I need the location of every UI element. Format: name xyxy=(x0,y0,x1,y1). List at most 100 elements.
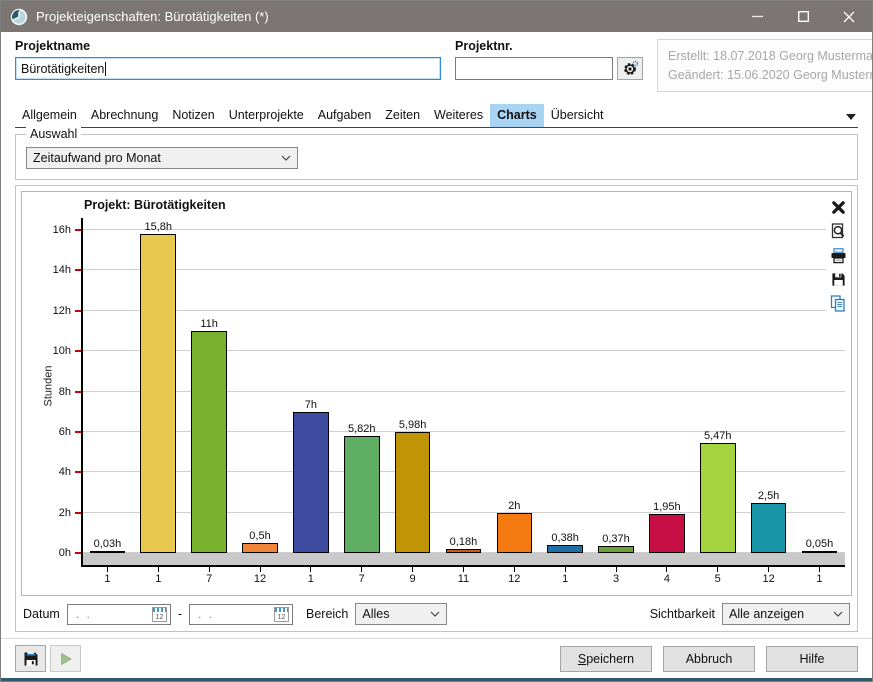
chart-bar[interactable] xyxy=(751,503,787,553)
chart-bar[interactable] xyxy=(242,543,278,553)
x-slot: 1 xyxy=(82,567,133,589)
x-tick-mark xyxy=(768,567,769,572)
chart-bar[interactable] xyxy=(344,436,380,553)
abbruch-button[interactable]: Abbruch xyxy=(663,646,755,672)
datum-label: Datum xyxy=(23,607,60,621)
x-tick-label: 7 xyxy=(206,573,212,585)
bar-slot: 0,37h xyxy=(591,218,642,553)
tab-allgemein[interactable]: Allgemein xyxy=(15,104,84,127)
x-slot: 12 xyxy=(489,567,540,589)
date-range-separator: - xyxy=(178,607,182,621)
chart-save-button[interactable] xyxy=(830,271,847,288)
chart-print-button[interactable] xyxy=(830,247,847,264)
projektname-value: Bürotätigkeiten xyxy=(21,62,104,76)
chart-bar[interactable] xyxy=(90,551,126,553)
calendar-icon[interactable]: 12 xyxy=(152,607,167,622)
chart-bar[interactable] xyxy=(395,432,431,553)
plot-area: Stunden 0,03h15,8h11h0,5h7h5,82h5,98h0,1… xyxy=(82,218,845,553)
x-tick-label: 9 xyxy=(410,573,416,585)
chart-bar[interactable] xyxy=(293,412,329,553)
x-tick-label: 1 xyxy=(155,573,161,585)
chart-bar[interactable] xyxy=(191,331,227,553)
chevron-down-icon xyxy=(281,155,291,161)
sichtbarkeit-select[interactable]: Alle anzeigen xyxy=(722,603,850,625)
close-window-button[interactable] xyxy=(826,1,872,32)
x-slot: 11 xyxy=(438,567,489,589)
chart-type-select[interactable]: Zeitaufwand pro Monat xyxy=(26,147,298,169)
tab-bar: AllgemeinAbrechnungNotizenUnterprojekteA… xyxy=(15,104,858,128)
bar-slot: 15,8h xyxy=(133,218,184,553)
run-button[interactable] xyxy=(50,645,81,672)
chart-preview-button[interactable] xyxy=(830,223,847,240)
modified-text: Geändert: 15.06.2020 Georg Mustermann xyxy=(668,66,873,85)
projektnr-label: Projektnr. xyxy=(455,39,643,53)
quick-save-button[interactable] xyxy=(15,645,46,672)
chart-bar[interactable] xyxy=(547,545,583,553)
save-icon xyxy=(831,272,846,287)
bar-value-label: 2,5h xyxy=(758,490,779,502)
chart-bar[interactable] xyxy=(649,514,685,553)
bar-slot: 0,18h xyxy=(438,218,489,553)
bereich-select[interactable]: Alles xyxy=(355,603,447,625)
date-to-placeholder: . . xyxy=(198,607,274,621)
chart-panel: Projekt: Bürotätigkeiten Stunden 0,03h15… xyxy=(21,191,852,596)
x-slot: 3 xyxy=(591,567,642,589)
bar-slot: 2h xyxy=(489,218,540,553)
bar-value-label: 5,47h xyxy=(704,430,732,442)
x-tick-label: 1 xyxy=(308,573,314,585)
x-axis-labels: 1171217911121345121 xyxy=(82,567,845,589)
auswahl-group-label: Auswahl xyxy=(26,127,81,141)
chart-bar[interactable] xyxy=(700,443,736,553)
y-tick-label: 0h xyxy=(59,547,71,559)
save-icon xyxy=(23,651,39,667)
tab-weiteres[interactable]: Weiteres xyxy=(427,104,490,127)
bar-value-label: 11h xyxy=(200,318,218,330)
close-icon xyxy=(843,11,855,23)
tab-zeiten[interactable]: Zeiten xyxy=(378,104,427,127)
x-tick-label: 12 xyxy=(508,573,520,585)
date-to-input[interactable]: . . 12 xyxy=(189,604,293,625)
chart-bar[interactable] xyxy=(497,513,533,553)
x-tick-label: 1 xyxy=(562,573,568,585)
window-bottom-edge xyxy=(1,678,872,681)
x-tick-label: 1 xyxy=(816,573,822,585)
bar-slot: 0,5h xyxy=(235,218,286,553)
print-icon xyxy=(830,248,847,264)
x-tick-mark xyxy=(260,567,261,572)
chart-copy-button[interactable] xyxy=(830,295,847,312)
tab-übersicht[interactable]: Übersicht xyxy=(544,104,611,127)
chart-close-button[interactable] xyxy=(830,199,847,216)
bar-slot: 5,82h xyxy=(336,218,387,553)
speichern-button[interactable]: Speichern xyxy=(560,646,652,672)
projektname-input[interactable]: Bürotätigkeiten xyxy=(15,57,441,80)
tab-charts[interactable]: Charts xyxy=(490,104,544,127)
audit-info-box: Erstellt: 18.07.2018 Georg Mustermann Ge… xyxy=(657,39,873,92)
calendar-icon[interactable]: 12 xyxy=(274,607,289,622)
projektnr-input[interactable] xyxy=(455,57,613,80)
projektnr-settings-button[interactable] xyxy=(617,57,643,80)
x-tick-mark xyxy=(310,567,311,572)
minimize-button[interactable] xyxy=(734,1,780,32)
x-tick-label: 12 xyxy=(762,573,774,585)
tab-aufgaben[interactable]: Aufgaben xyxy=(311,104,379,127)
maximize-button[interactable] xyxy=(780,1,826,32)
chevron-down-icon xyxy=(430,611,440,617)
chart-bar[interactable] xyxy=(598,546,634,553)
tab-abrechnung[interactable]: Abrechnung xyxy=(84,104,165,127)
x-slot: 7 xyxy=(336,567,387,589)
titlebar: Projekteigenschaften: Bürotätigkeiten (*… xyxy=(1,1,872,32)
bar-value-label: 2h xyxy=(508,500,520,512)
tab-overflow-icon[interactable] xyxy=(846,114,856,120)
abbruch-label: Abbruch xyxy=(686,652,733,666)
gear-icon xyxy=(622,60,639,77)
chart-bar[interactable] xyxy=(446,549,482,553)
date-from-input[interactable]: . . 12 xyxy=(67,604,171,625)
hilfe-button[interactable]: Hilfe xyxy=(766,646,858,672)
chart-bar[interactable] xyxy=(802,551,838,553)
x-slot: 1 xyxy=(794,567,845,589)
chart-bar[interactable] xyxy=(140,234,176,553)
tab-unterprojekte[interactable]: Unterprojekte xyxy=(222,104,311,127)
date-from-placeholder: . . xyxy=(76,607,152,621)
bar-slot: 7h xyxy=(285,218,336,553)
tab-notizen[interactable]: Notizen xyxy=(165,104,221,127)
